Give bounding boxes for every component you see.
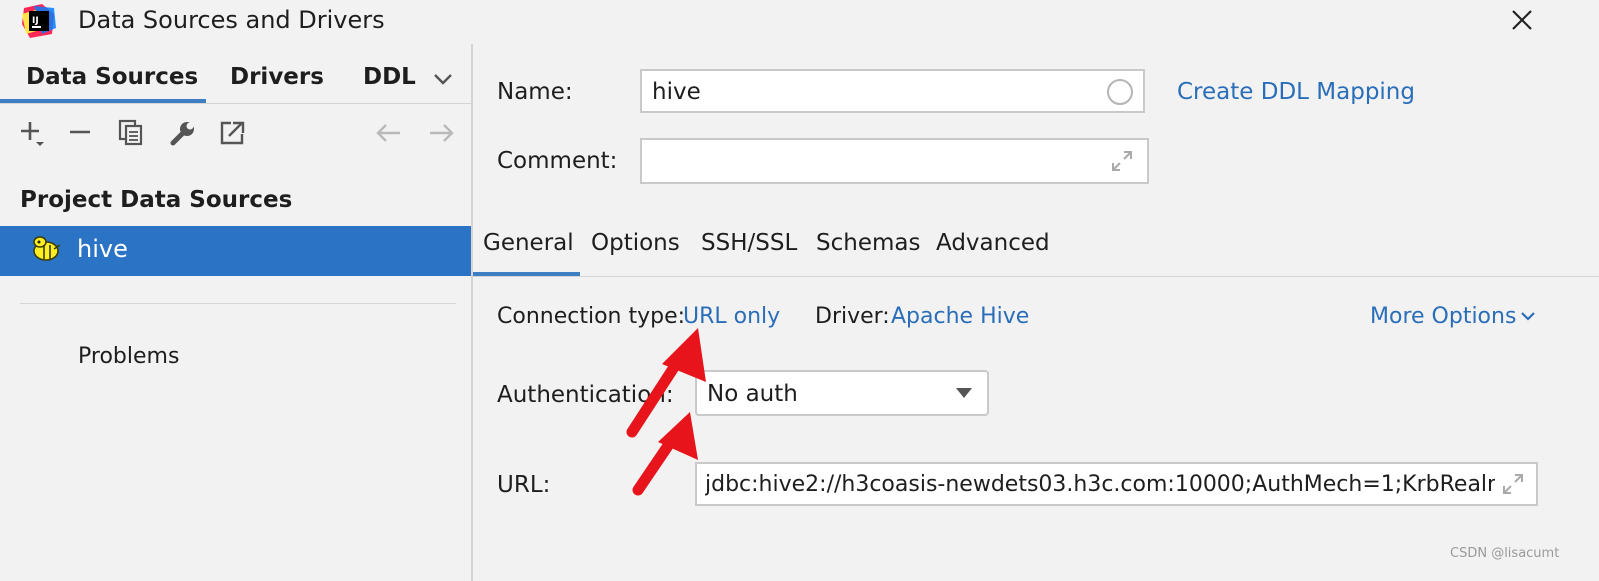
tab-ssh-ssl[interactable]: SSH/SSL [701, 228, 797, 258]
data-source-label: hive [77, 235, 128, 263]
watermark: CSDN @lisacumt [1450, 546, 1560, 561]
remove-icon[interactable] [66, 118, 96, 148]
create-ddl-mapping-link[interactable]: Create DDL Mapping [1177, 77, 1415, 107]
tab-options[interactable]: Options [591, 228, 680, 258]
more-options-link[interactable]: More Options [1370, 302, 1516, 332]
svg-text:IJ: IJ [32, 16, 39, 26]
chevron-down-icon[interactable] [428, 64, 458, 94]
comment-label: Comment: [497, 148, 618, 174]
tab-data-sources[interactable]: Data Sources [26, 62, 198, 92]
tab-advanced[interactable]: Advanced [936, 228, 1050, 258]
tab-schemas[interactable]: Schemas [816, 228, 920, 258]
driver-link[interactable]: Apache Hive [891, 302, 1029, 332]
name-input[interactable]: hive [640, 69, 1145, 113]
close-icon [1512, 10, 1532, 30]
tab-ddl[interactable]: DDL [363, 62, 416, 92]
arrow-left-icon[interactable] [374, 118, 404, 148]
close-button[interactable] [1500, 0, 1544, 40]
dropdown-caret-icon [956, 388, 972, 398]
export-icon[interactable] [218, 118, 248, 148]
annotation-arrow-icon [626, 328, 706, 496]
intellij-idea-logo-icon: IJ [22, 4, 56, 38]
section-header: Project Data Sources [20, 187, 293, 213]
name-label: Name: [497, 79, 573, 105]
data-source-item-hive[interactable]: hive [0, 226, 471, 276]
window-title: Data Sources and Drivers [78, 6, 385, 34]
chevron-down-icon[interactable] [1518, 306, 1538, 326]
name-value: hive [652, 79, 701, 105]
arrow-right-icon[interactable] [426, 118, 456, 148]
tab-drivers[interactable]: Drivers [230, 62, 324, 92]
data-sources-panel: Data Sources Drivers DDL Project Data So… [0, 44, 473, 581]
add-icon[interactable] [18, 118, 48, 148]
status-circle-icon [1107, 79, 1133, 105]
tab-general[interactable]: General [483, 228, 574, 258]
driver-label: Driver: [815, 304, 890, 329]
comment-input[interactable] [640, 138, 1149, 184]
url-value: jdbc:hive2://h3coasis-newdets03.h3c.com:… [705, 472, 1495, 497]
expand-icon[interactable] [1109, 148, 1135, 174]
expand-icon[interactable] [1500, 471, 1526, 497]
divider [0, 103, 471, 104]
authentication-select[interactable]: No auth [695, 370, 989, 416]
url-input[interactable]: jdbc:hive2://h3coasis-newdets03.h3c.com:… [695, 462, 1538, 506]
divider [473, 276, 1599, 277]
url-label: URL: [497, 472, 551, 498]
copy-icon[interactable] [117, 118, 147, 148]
hive-bee-icon [33, 236, 61, 261]
divider [20, 303, 456, 304]
wrench-icon[interactable] [168, 118, 198, 148]
problems-item[interactable]: Problems [78, 342, 179, 372]
